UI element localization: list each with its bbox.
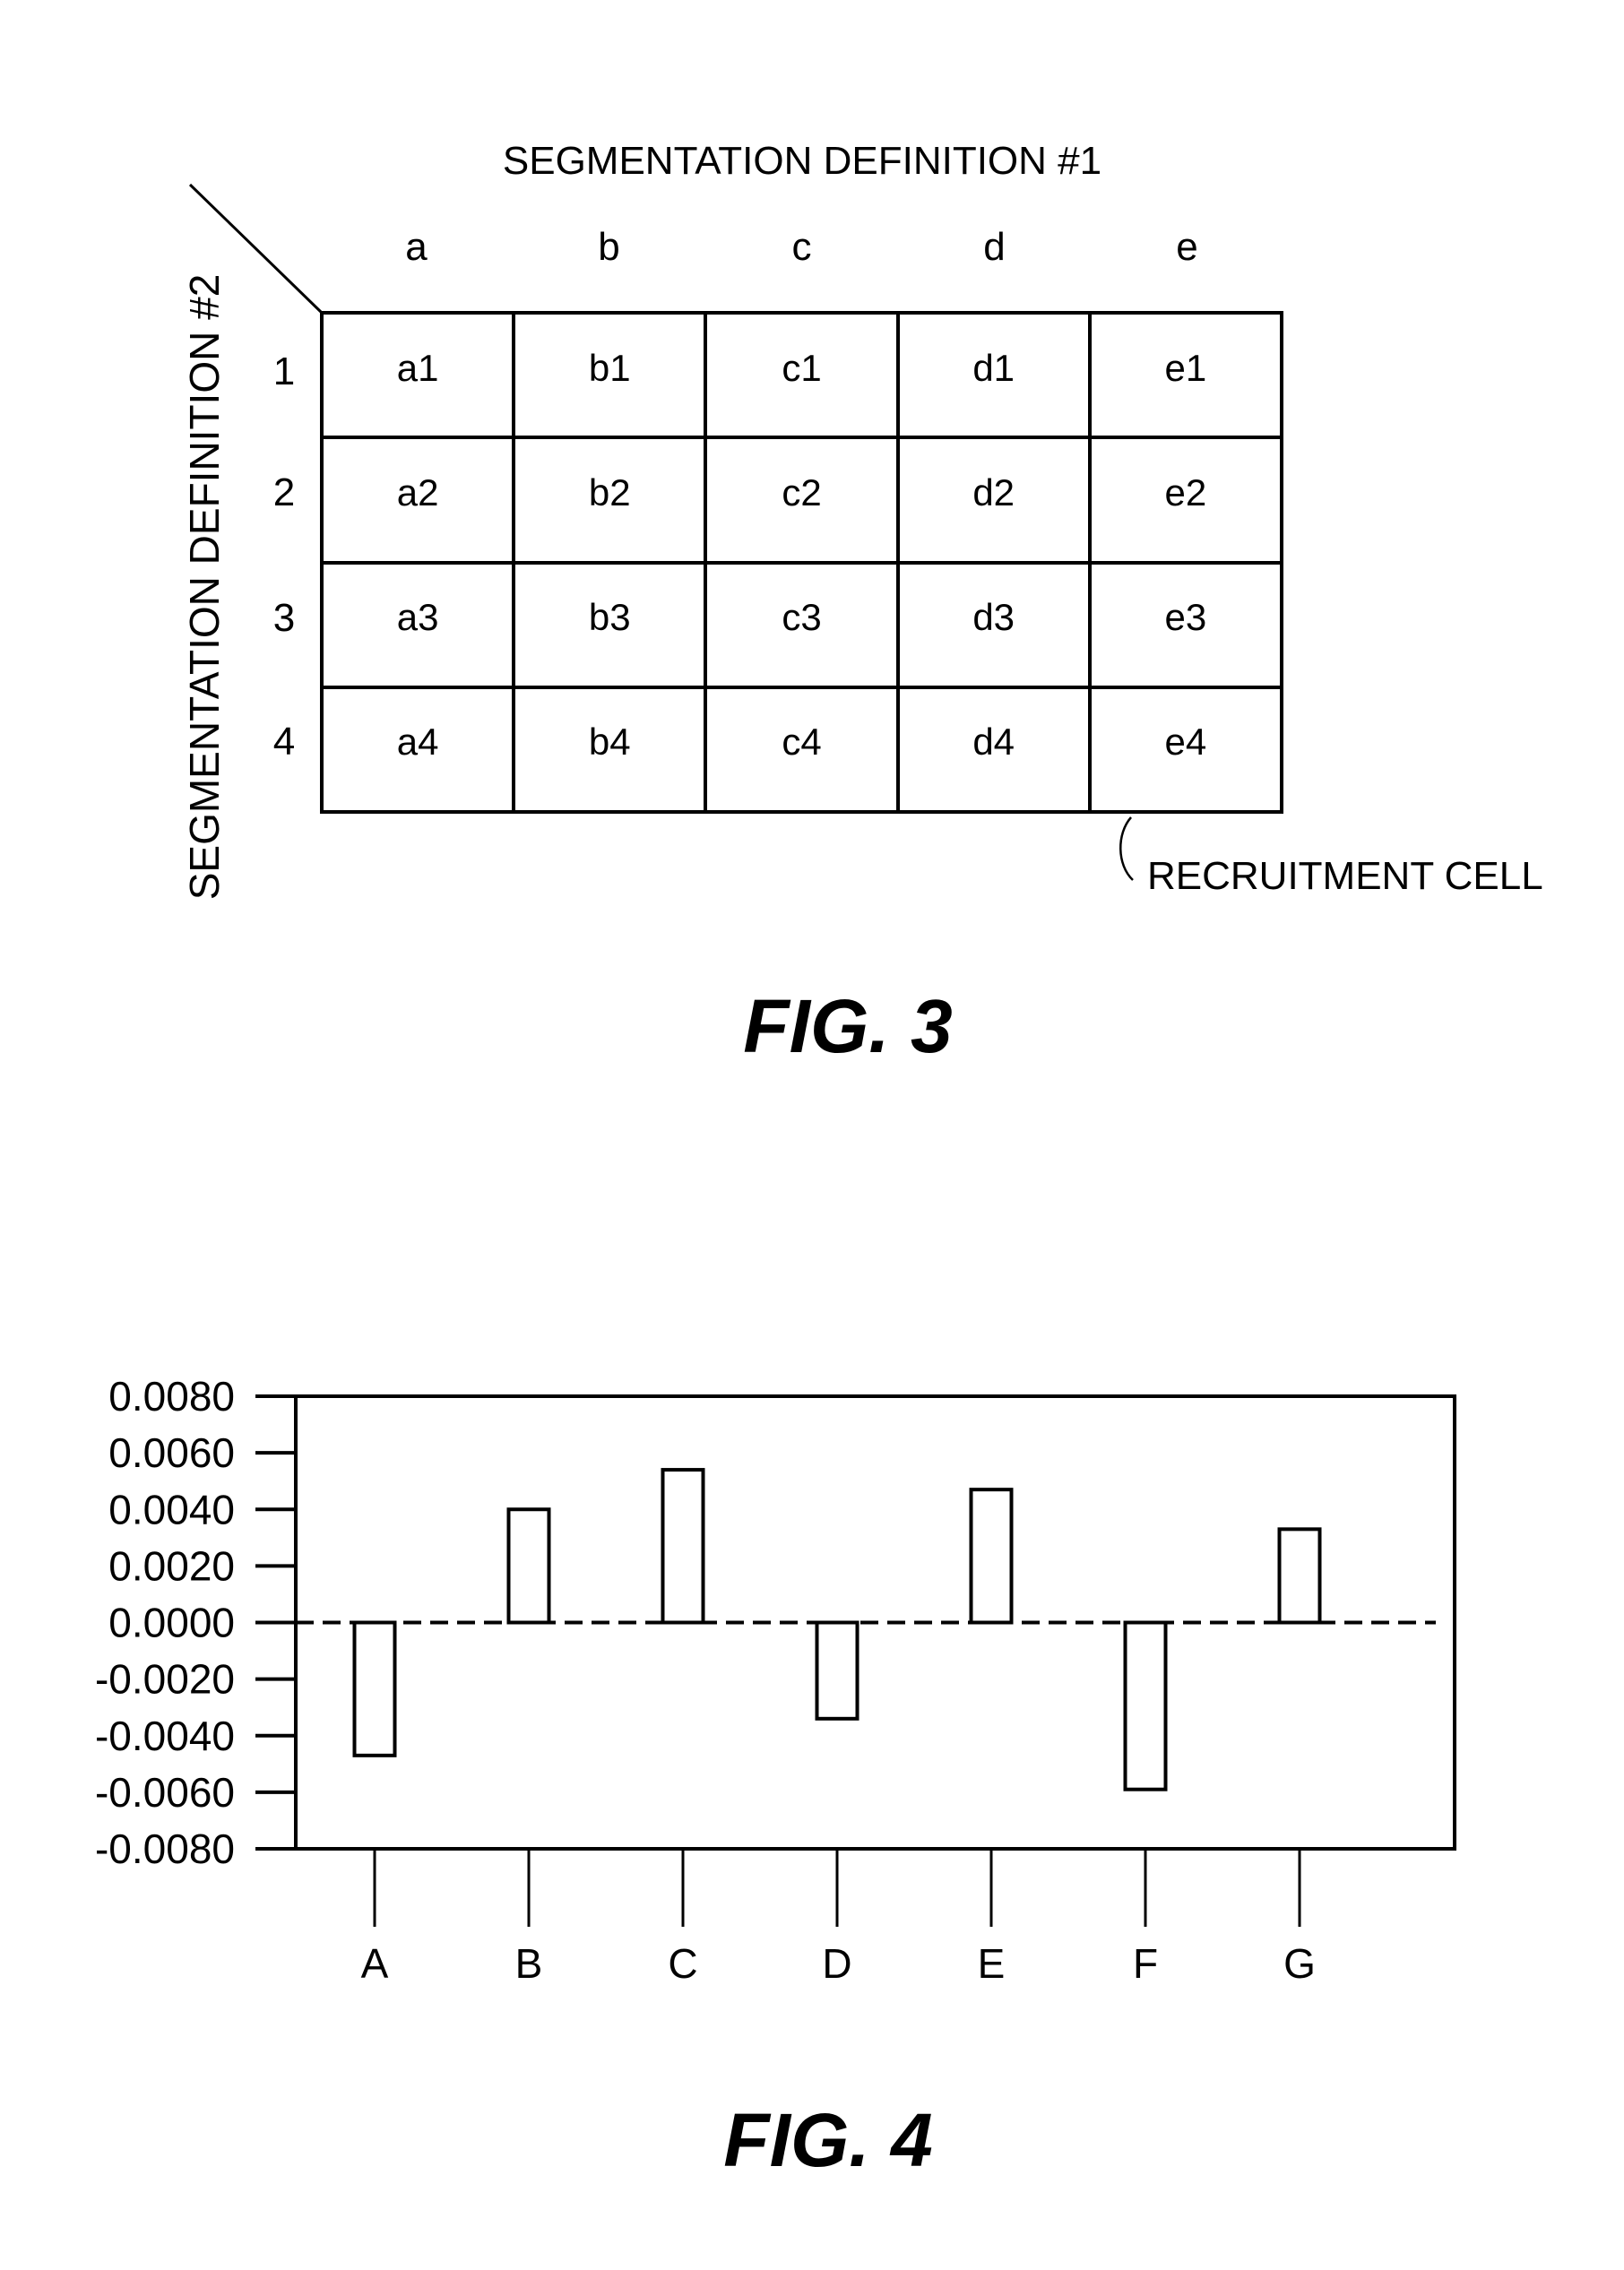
y-tick-label: 0.0080: [108, 1373, 235, 1420]
bar-A: [352, 1620, 397, 1757]
callout-leader-line: [1119, 816, 1134, 881]
y-tick-label: 0.0060: [108, 1429, 235, 1476]
matrix-cell-e3: e3: [1091, 564, 1283, 689]
matrix-cell-e4: e4: [1091, 688, 1283, 814]
matrix-cell-b2: b2: [515, 439, 708, 565]
fig4-caption: FIG. 4: [723, 2098, 933, 2182]
fig4-bar-chart: 0.0080 0.0060 0.0040 0.0020 0.0000 -0.0020 -0.…: [95, 1373, 1456, 1987]
x-category-label: F: [1133, 1940, 1158, 1987]
matrix-cell-c1: c1: [707, 315, 900, 440]
matrix-cell-b4: b4: [515, 688, 708, 814]
bar-G: [1277, 1527, 1322, 1625]
recruitment-cell-label: RECRUITMENT CELL: [1147, 854, 1543, 898]
matrix-cell-d3: d3: [899, 564, 1092, 689]
y-tick-label: -0.0020: [95, 1656, 235, 1703]
bar-E: [969, 1488, 1014, 1625]
x-category-label: G: [1283, 1940, 1316, 1987]
bar-C: [661, 1468, 705, 1625]
x-category-label: A: [361, 1940, 389, 1987]
matrix-cell-a3: a3: [324, 564, 516, 689]
y-tick-label: 0.0040: [108, 1486, 235, 1532]
matrix-cell-e2: e2: [1091, 439, 1283, 565]
matrix-cell-e1: e1: [1091, 315, 1283, 440]
y-tick-label: -0.0040: [95, 1713, 235, 1759]
fig3-caption: FIG. 3: [743, 984, 953, 1068]
x-category-label: E: [978, 1940, 1006, 1987]
matrix-cell-a2: a2: [324, 439, 516, 565]
matrix-cell-c4: c4: [707, 688, 900, 814]
matrix-cell-c2: c2: [707, 439, 900, 565]
corner-diagonal-line: [188, 183, 323, 314]
x-category-label: B: [515, 1940, 543, 1987]
x-category-label: D: [822, 1940, 851, 1987]
x-category-label: C: [668, 1940, 697, 1987]
bar-F: [1123, 1620, 1168, 1791]
y-tick-label: 0.0020: [108, 1542, 235, 1589]
matrix-cell-b1: b1: [515, 315, 708, 440]
matrix-cell-d1: d1: [899, 315, 1092, 440]
y-tick-label: -0.0060: [95, 1769, 235, 1816]
matrix-cell-b3: b3: [515, 564, 708, 689]
y-tick-label: 0.0000: [108, 1600, 235, 1646]
segmentation-matrix: a1 b1 c1 d1 e1 a2 b2 c2 d2 e2 a3 b3 c3 d…: [320, 311, 1283, 814]
matrix-cell-c3: c3: [707, 564, 900, 689]
matrix-cell-a4: a4: [324, 688, 516, 814]
matrix-cell-d2: d2: [899, 439, 1092, 565]
bar-D: [815, 1620, 860, 1721]
bar-B: [506, 1507, 551, 1625]
matrix-cell-a1: a1: [324, 315, 516, 440]
y-tick-label: -0.0080: [95, 1825, 235, 1872]
matrix-cell-d4: d4: [899, 688, 1092, 814]
